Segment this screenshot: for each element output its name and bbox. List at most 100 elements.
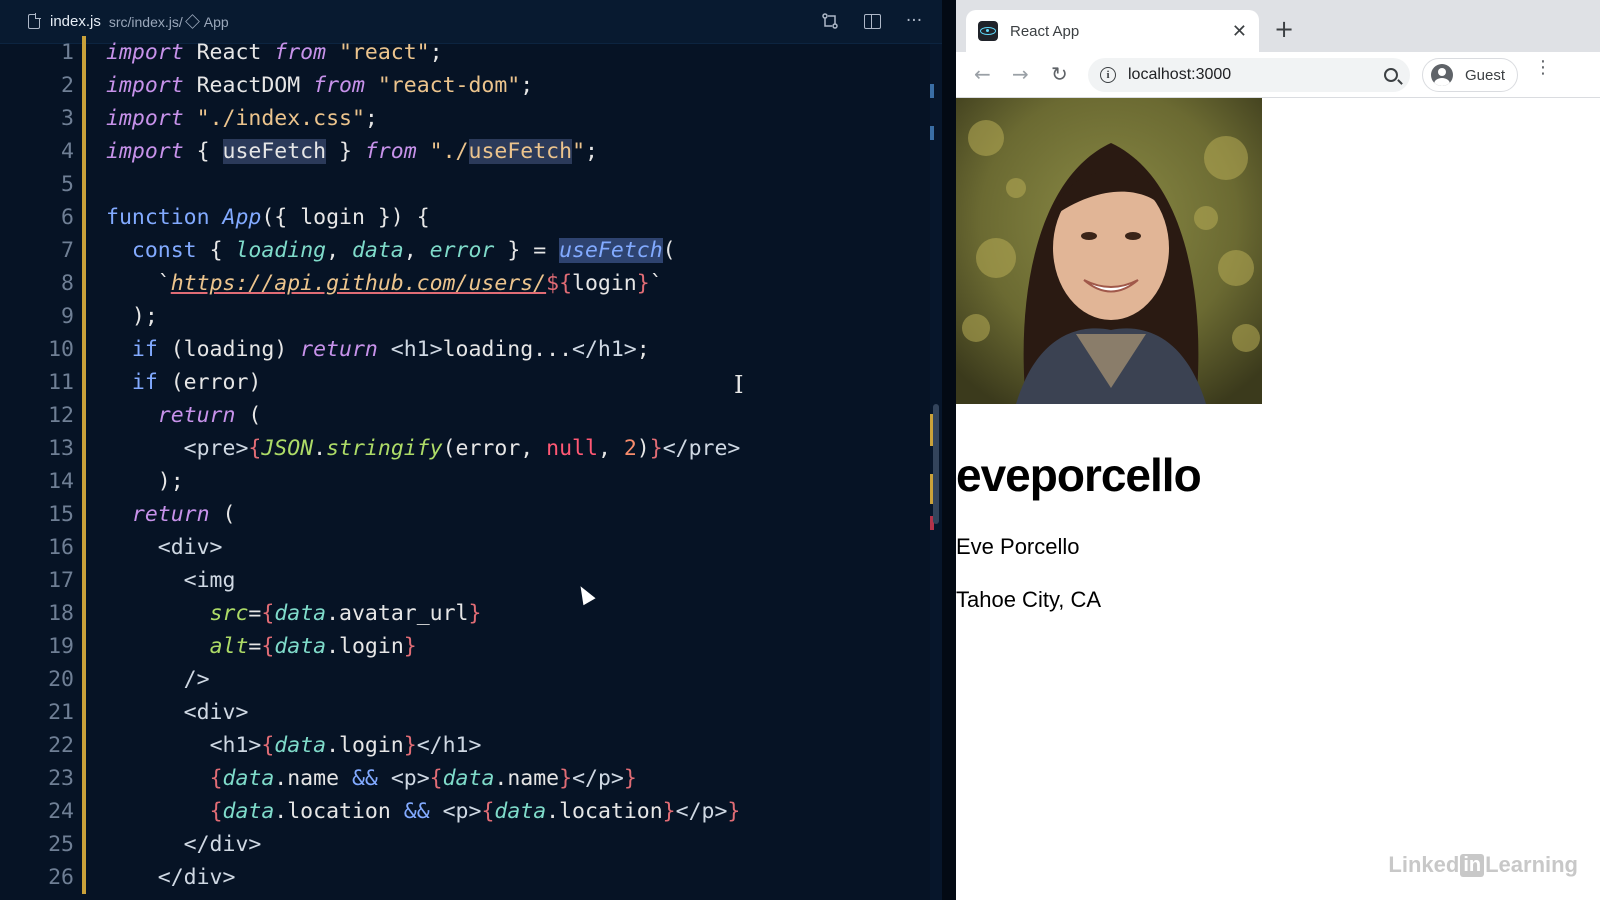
user-login-heading: eveporcello xyxy=(956,449,1202,501)
reload-icon[interactable]: ↻ xyxy=(1051,62,1068,86)
code-token: { xyxy=(261,601,275,626)
git-gutter xyxy=(76,696,106,729)
editor-scrollbar[interactable] xyxy=(930,44,942,900)
code-text[interactable]: <h1>{data.login}</h1> xyxy=(106,729,930,762)
git-gutter xyxy=(76,498,106,531)
code-token: . xyxy=(313,436,327,461)
code-token: .location xyxy=(274,799,404,824)
forward-arrow-icon[interactable]: → xyxy=(1012,62,1029,86)
code-line[interactable]: 10 if (loading) return <h1>loading...</h… xyxy=(0,333,930,366)
code-text[interactable]: ); xyxy=(106,465,930,498)
code-token: function xyxy=(106,205,210,230)
code-token: </p> xyxy=(675,799,728,824)
breadcrumb[interactable]: src/index.js/ App xyxy=(109,14,229,30)
code-text[interactable]: return ( xyxy=(106,498,930,531)
code-line[interactable]: 9 ); xyxy=(0,300,930,333)
browser-menu-icon[interactable]: ⋮ xyxy=(1534,59,1552,77)
code-line[interactable]: 22 <h1>{data.login}</h1> xyxy=(0,729,930,762)
code-text[interactable]: <div> xyxy=(106,531,930,564)
code-line[interactable]: 7 const { loading, data, error } = useFe… xyxy=(0,234,930,267)
code-token: <pre> xyxy=(183,436,249,461)
code-line[interactable]: 21 <div> xyxy=(0,696,930,729)
code-line[interactable]: 3 import "./index.css"; xyxy=(0,102,930,135)
git-gutter xyxy=(76,300,106,333)
code-line[interactable]: 19 alt={data.login} xyxy=(0,630,930,663)
editor-tab-filename[interactable]: index.js xyxy=(50,13,101,30)
code-token: data xyxy=(274,601,327,626)
code-token: } xyxy=(403,733,417,758)
new-tab-icon[interactable]: + xyxy=(1274,16,1294,42)
pane-divider[interactable] xyxy=(942,0,956,900)
code-text[interactable]: <img xyxy=(106,564,930,597)
code-text[interactable]: <div> xyxy=(106,696,930,729)
compare-changes-icon[interactable] xyxy=(820,10,840,32)
code-text[interactable] xyxy=(106,168,930,201)
profile-button[interactable]: Guest xyxy=(1422,58,1518,92)
code-line[interactable]: 14 ); xyxy=(0,465,930,498)
code-text[interactable]: </div> xyxy=(106,828,930,861)
code-line[interactable]: 20 /> xyxy=(0,663,930,696)
breadcrumb-path[interactable]: src/index.js/ xyxy=(109,14,183,30)
code-line[interactable]: 6 function App({ login }) { xyxy=(0,201,930,234)
code-line[interactable]: 15 return ( xyxy=(0,498,930,531)
code-token: import xyxy=(106,139,184,164)
code-line[interactable]: 25 </div> xyxy=(0,828,930,861)
code-line[interactable]: 23 {data.name && <p>{data.name}</p>} xyxy=(0,762,930,795)
code-line[interactable]: 1 import React from "react"; xyxy=(0,36,930,69)
code-line[interactable]: 16 <div> xyxy=(0,531,930,564)
code-area[interactable]: 1 import React from "react"; 2 import React… xyxy=(0,36,930,894)
code-line[interactable]: 17 <img xyxy=(0,564,930,597)
url-text[interactable]: localhost:3000 xyxy=(1128,66,1384,84)
code-text[interactable]: alt={data.login} xyxy=(106,630,930,663)
code-text[interactable]: {data.location && <p>{data.location}</p>… xyxy=(106,795,930,828)
address-bar[interactable]: i localhost:3000 xyxy=(1088,58,1410,92)
code-text[interactable]: return ( xyxy=(106,399,930,432)
code-line[interactable]: 26 </div> xyxy=(0,861,930,894)
code-text[interactable]: import "./index.css"; xyxy=(106,102,930,135)
code-line[interactable]: 8 `https://api.github.com/users/${login}… xyxy=(0,267,930,300)
git-gutter xyxy=(76,399,106,432)
split-editor-icon[interactable] xyxy=(862,10,882,32)
code-line[interactable]: 11 if (error) xyxy=(0,366,930,399)
code-text[interactable]: src={data.avatar_url} xyxy=(106,597,930,630)
zoom-icon[interactable] xyxy=(1384,68,1398,82)
code-line[interactable]: 12 return ( xyxy=(0,399,930,432)
code-text[interactable]: /> xyxy=(106,663,930,696)
code-text[interactable]: {data.name && <p>{data.name}</p>} xyxy=(106,762,930,795)
code-text[interactable]: import React from "react"; xyxy=(106,36,930,69)
more-actions-icon[interactable]: ··· xyxy=(904,10,924,32)
code-text[interactable]: </div> xyxy=(106,861,930,894)
code-text[interactable]: import { useFetch } from "./useFetch"; xyxy=(106,135,930,168)
close-tab-icon[interactable]: ✕ xyxy=(1232,21,1247,42)
user-full-name: Eve Porcello xyxy=(956,534,1080,559)
code-text[interactable]: if (loading) return <h1>loading...</h1>; xyxy=(106,333,930,366)
code-line[interactable]: 24 {data.location && <p>{data.location}<… xyxy=(0,795,930,828)
code-line[interactable]: 13 <pre>{JSON.stringify(error, null, 2)}… xyxy=(0,432,930,465)
git-gutter xyxy=(76,333,106,366)
code-token: "react-dom" xyxy=(377,73,521,98)
scroll-thumb[interactable] xyxy=(933,404,939,524)
site-info-icon[interactable]: i xyxy=(1100,67,1116,83)
code-text[interactable]: import ReactDOM from "react-dom"; xyxy=(106,69,930,102)
git-gutter xyxy=(76,630,106,663)
code-line[interactable]: 18 src={data.avatar_url} xyxy=(0,597,930,630)
code-token: useFetch xyxy=(222,139,327,164)
code-text[interactable]: if (error) xyxy=(106,366,930,399)
breadcrumb-symbol[interactable]: App xyxy=(204,14,229,30)
code-line[interactable]: 4 import { useFetch } from "./useFetch"; xyxy=(0,135,930,168)
code-token: const xyxy=(131,238,197,263)
code-editor: index.js src/index.js/ App ··· 1 import R… xyxy=(0,0,960,900)
code-text[interactable]: const { loading, data, error } = useFetc… xyxy=(106,234,930,267)
code-text[interactable]: <pre>{JSON.stringify(error, null, 2)}</p… xyxy=(106,432,930,465)
react-favicon-icon xyxy=(978,21,998,41)
code-text[interactable]: function App({ login }) { xyxy=(106,201,930,234)
code-text[interactable]: `https://api.github.com/users/${login}` xyxy=(106,267,930,300)
code-line[interactable]: 5 xyxy=(0,168,930,201)
back-arrow-icon[interactable]: ← xyxy=(974,62,991,86)
code-line[interactable]: 2 import ReactDOM from "react-dom"; xyxy=(0,69,930,102)
code-token: ${ xyxy=(546,271,573,296)
browser-tab[interactable]: React App ✕ xyxy=(966,10,1259,52)
code-text[interactable]: ); xyxy=(106,300,930,333)
